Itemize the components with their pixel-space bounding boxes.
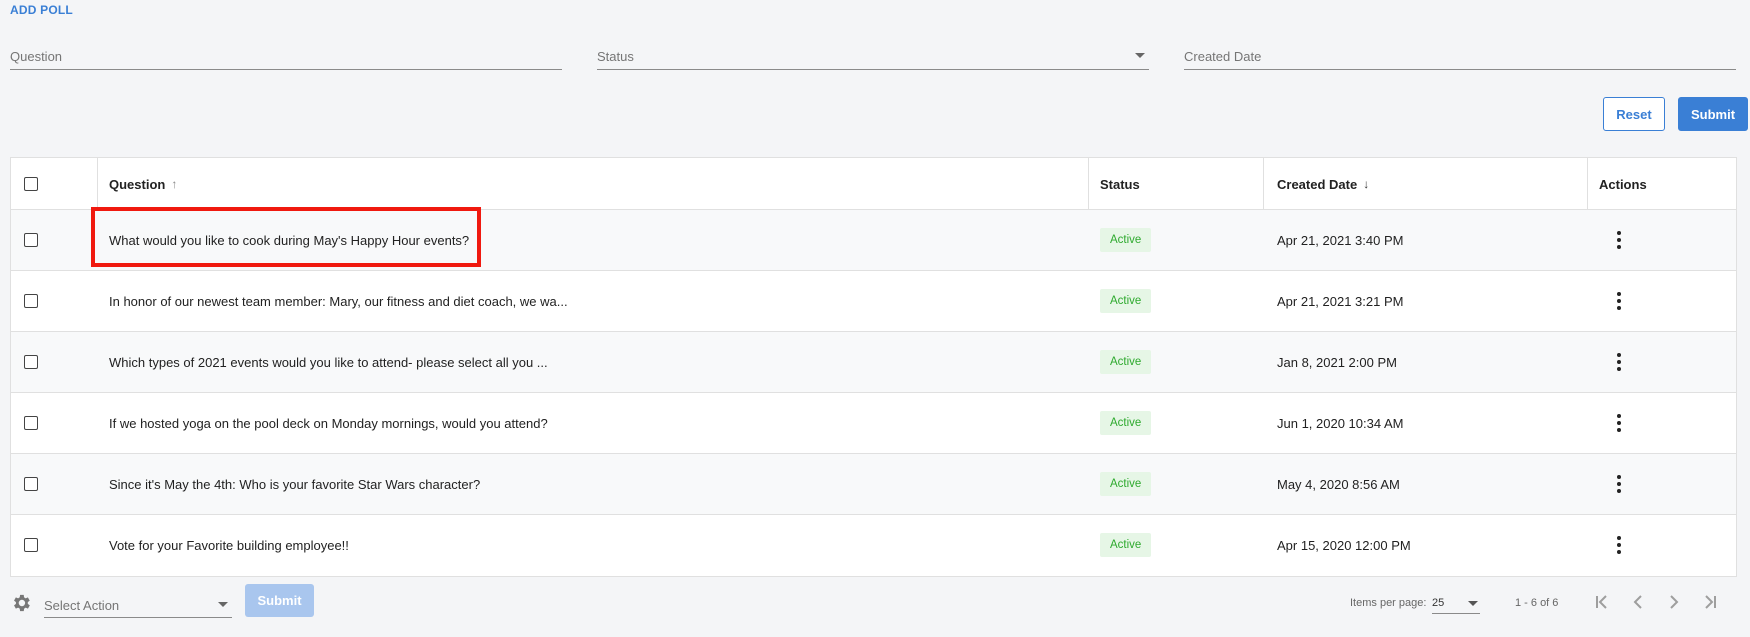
column-divider xyxy=(1263,158,1264,210)
row-created-date: Apr 21, 2021 3:40 PM xyxy=(1277,232,1404,248)
prev-page-icon[interactable] xyxy=(1628,592,1652,612)
row-question[interactable]: In honor of our newest team member: Mary… xyxy=(109,271,568,331)
kebab-menu-icon[interactable] xyxy=(1609,352,1629,372)
polls-table: Question ↑ Status Created Date ↓ Actions… xyxy=(10,157,1737,577)
row-checkbox[interactable] xyxy=(24,538,38,552)
column-header-actions: Actions xyxy=(1599,158,1647,210)
column-divider xyxy=(97,158,98,210)
row-created-date: Jan 8, 2021 2:00 PM xyxy=(1277,354,1397,370)
row-checkbox[interactable] xyxy=(24,355,38,369)
arrow-up-icon: ↑ xyxy=(171,177,178,191)
pagination-range: 1 - 6 of 6 xyxy=(1515,597,1559,609)
kebab-menu-icon[interactable] xyxy=(1609,535,1629,555)
bulk-submit-button[interactable]: Submit xyxy=(245,584,314,617)
kebab-menu-icon[interactable] xyxy=(1609,474,1629,494)
row-question[interactable]: If we hosted yoga on the pool deck on Mo… xyxy=(109,393,548,453)
row-checkbox[interactable] xyxy=(24,233,38,247)
row-created-date: Apr 15, 2020 12:00 PM xyxy=(1277,537,1411,553)
next-page-icon[interactable] xyxy=(1664,592,1688,612)
row-question[interactable]: Since it's May the 4th: Who is your favo… xyxy=(109,454,480,514)
status-filter-placeholder: Status xyxy=(597,49,634,64)
column-header-status[interactable]: Status xyxy=(1100,158,1140,210)
table-header: Question ↑ Status Created Date ↓ Actions xyxy=(11,158,1736,210)
column-header-status-label: Status xyxy=(1100,176,1140,192)
table-row[interactable]: If we hosted yoga on the pool deck on Mo… xyxy=(11,393,1736,454)
select-action-placeholder: Select Action xyxy=(44,598,120,613)
status-badge: Active xyxy=(1100,411,1152,435)
items-per-page-value: 25 xyxy=(1432,597,1445,609)
reset-button[interactable]: Reset xyxy=(1603,97,1665,131)
row-created-date: Apr 21, 2021 3:21 PM xyxy=(1277,293,1404,309)
status-badge: Active xyxy=(1100,228,1152,252)
kebab-menu-icon[interactable] xyxy=(1609,291,1629,311)
chevron-down-icon xyxy=(1468,601,1478,606)
row-created-date: May 4, 2020 8:56 AM xyxy=(1277,476,1400,492)
created-date-filter-placeholder: Created Date xyxy=(1184,49,1262,64)
status-badge: Active xyxy=(1100,350,1152,374)
submit-button[interactable]: Submit xyxy=(1678,97,1748,131)
column-header-question[interactable]: Question ↑ xyxy=(109,158,177,210)
add-poll-link[interactable]: ADD POLL xyxy=(10,3,73,17)
status-badge: Active xyxy=(1100,533,1152,557)
row-checkbox[interactable] xyxy=(24,294,38,308)
created-date-filter-input[interactable]: Created Date xyxy=(1184,38,1736,70)
table-row[interactable]: Vote for your Favorite building employee… xyxy=(11,515,1736,576)
arrow-down-icon: ↓ xyxy=(1363,177,1370,191)
table-row[interactable]: Which types of 2021 events would you lik… xyxy=(11,332,1736,393)
chevron-down-icon xyxy=(218,602,228,607)
items-per-page-select[interactable]: 25 xyxy=(1432,592,1480,614)
table-row[interactable]: In honor of our newest team member: Mary… xyxy=(11,271,1736,332)
select-action-dropdown[interactable]: Select Action xyxy=(44,590,232,618)
row-question[interactable]: What would you like to cook during May's… xyxy=(109,210,469,270)
status-badge: Active xyxy=(1100,289,1152,313)
table-footer: Select Action Submit Items per page: 25 … xyxy=(0,580,1750,620)
row-question[interactable]: Which types of 2021 events would you lik… xyxy=(109,332,548,392)
table-row[interactable]: Since it's May the 4th: Who is your favo… xyxy=(11,454,1736,515)
column-header-created-date-label: Created Date xyxy=(1277,176,1358,192)
column-header-created-date[interactable]: Created Date ↓ xyxy=(1277,158,1369,210)
status-filter-select[interactable]: Status xyxy=(597,38,1149,70)
status-badge: Active xyxy=(1100,472,1152,496)
row-question[interactable]: Vote for your Favorite building employee… xyxy=(109,515,349,575)
column-header-question-label: Question xyxy=(109,176,166,192)
row-checkbox[interactable] xyxy=(24,477,38,491)
last-page-icon[interactable] xyxy=(1700,592,1724,612)
column-divider xyxy=(1088,158,1089,210)
chevron-down-icon xyxy=(1135,53,1145,58)
items-per-page-label: Items per page: xyxy=(1350,597,1427,609)
kebab-menu-icon[interactable] xyxy=(1609,230,1629,250)
row-checkbox[interactable] xyxy=(24,416,38,430)
question-filter-input[interactable]: Question xyxy=(10,38,562,70)
gear-icon[interactable] xyxy=(10,592,32,614)
table-row[interactable]: What would you like to cook during May's… xyxy=(11,210,1736,271)
row-created-date: Jun 1, 2020 10:34 AM xyxy=(1277,415,1404,431)
first-page-icon[interactable] xyxy=(1592,592,1616,612)
column-header-actions-label: Actions xyxy=(1599,176,1647,192)
kebab-menu-icon[interactable] xyxy=(1609,413,1629,433)
question-filter-placeholder: Question xyxy=(10,49,63,64)
column-divider xyxy=(1587,158,1588,210)
select-all-checkbox[interactable] xyxy=(24,177,38,191)
